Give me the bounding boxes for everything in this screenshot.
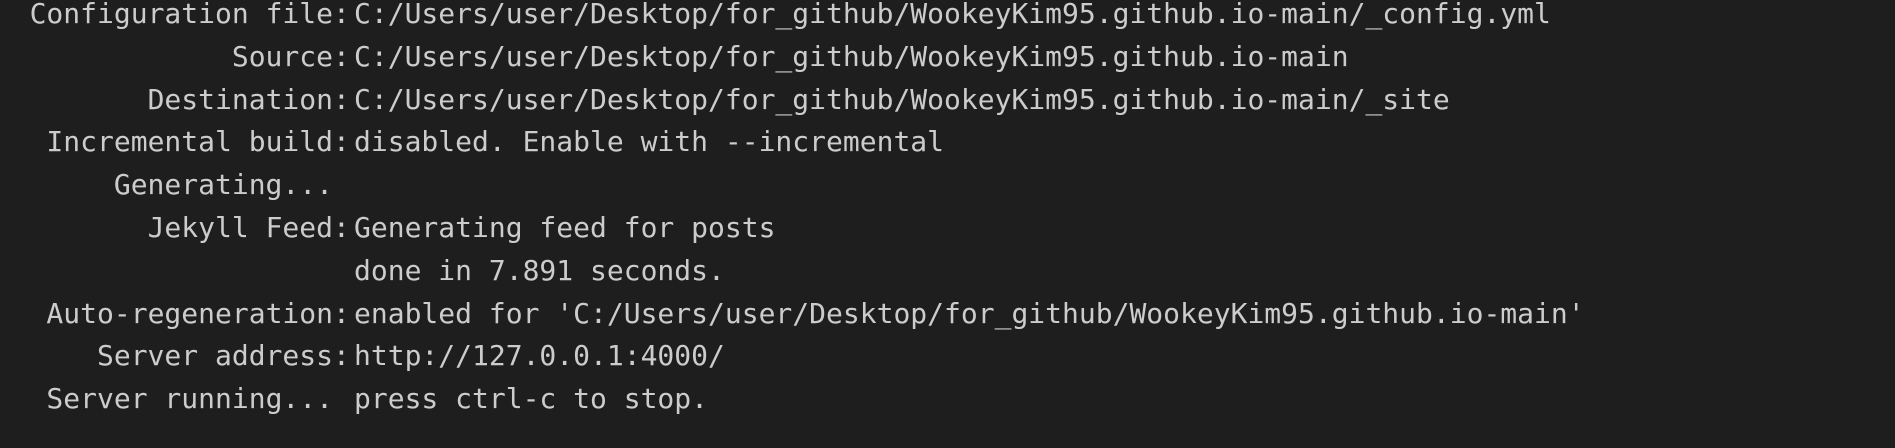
line-value: C:/Users/user/Desktop/for_github/WookeyK… <box>354 0 1551 30</box>
server-address-link[interactable]: http://127.0.0.1:4000/ <box>354 335 1895 378</box>
terminal-lines: Configuration file: C:/Users/user/Desktop… <box>0 0 1895 421</box>
line-label <box>0 250 333 293</box>
terminal-line-incremental-build: Incremental build: disabled. Enable with … <box>0 121 1895 164</box>
terminal-line-server-running: Server running... press ctrl-c to stop. <box>0 378 1895 421</box>
line-separator <box>333 378 354 421</box>
terminal-line-server-address: Server address: http://127.0.0.1:4000/ <box>0 335 1895 378</box>
terminal-line-config-file: Configuration file: C:/Users/user/Desktop… <box>0 0 1895 36</box>
line-label: Source <box>231 39 333 73</box>
line-label: Generating... <box>113 168 333 202</box>
line-value: Generating feed for posts <box>354 210 776 244</box>
line-value <box>354 164 1895 207</box>
terminal-line-done: done in 7.891 seconds. <box>0 250 1895 293</box>
line-separator: : <box>333 82 350 116</box>
line-separator: : <box>333 210 350 244</box>
line-value: disabled. Enable with --incremental <box>354 125 945 159</box>
terminal-line-source: Source: C:/Users/user/Desktop/for_github/… <box>0 36 1895 79</box>
line-separator: : <box>333 296 350 330</box>
terminal-line-jekyll-feed: Jekyll Feed: Generating feed for posts <box>0 207 1895 250</box>
terminal-line-generating: Generating... <box>0 164 1895 207</box>
terminal-line-auto-regeneration: Auto-regeneration: enabled for 'C:/Users/… <box>0 293 1895 336</box>
line-value: press ctrl-c to stop. <box>354 382 709 416</box>
terminal-line-destination: Destination: C:/Users/user/Desktop/for_gi… <box>0 79 1895 122</box>
line-separator <box>333 164 354 207</box>
line-separator: : <box>333 339 350 373</box>
line-separator: : <box>333 39 350 73</box>
line-label: Destination <box>147 82 333 116</box>
line-separator: : <box>333 125 350 159</box>
line-label: Server running... <box>46 382 333 416</box>
line-label: Jekyll Feed <box>147 210 333 244</box>
line-label: Auto-regeneration <box>46 296 333 330</box>
line-value: C:/Users/user/Desktop/for_github/WookeyK… <box>354 82 1450 116</box>
line-label: Server address <box>96 339 333 373</box>
line-value: done in 7.891 seconds. <box>354 253 725 287</box>
line-label: Configuration file <box>29 0 333 30</box>
line-label: Incremental build <box>46 125 333 159</box>
line-separator <box>333 250 354 293</box>
line-value: enabled for 'C:/Users/user/Desktop/for_g… <box>354 296 1585 330</box>
line-value: C:/Users/user/Desktop/for_github/WookeyK… <box>354 39 1349 73</box>
terminal-output[interactable]: Configuration file: C:/Users/user/Desktop… <box>0 0 1895 448</box>
line-separator: : <box>333 0 350 30</box>
